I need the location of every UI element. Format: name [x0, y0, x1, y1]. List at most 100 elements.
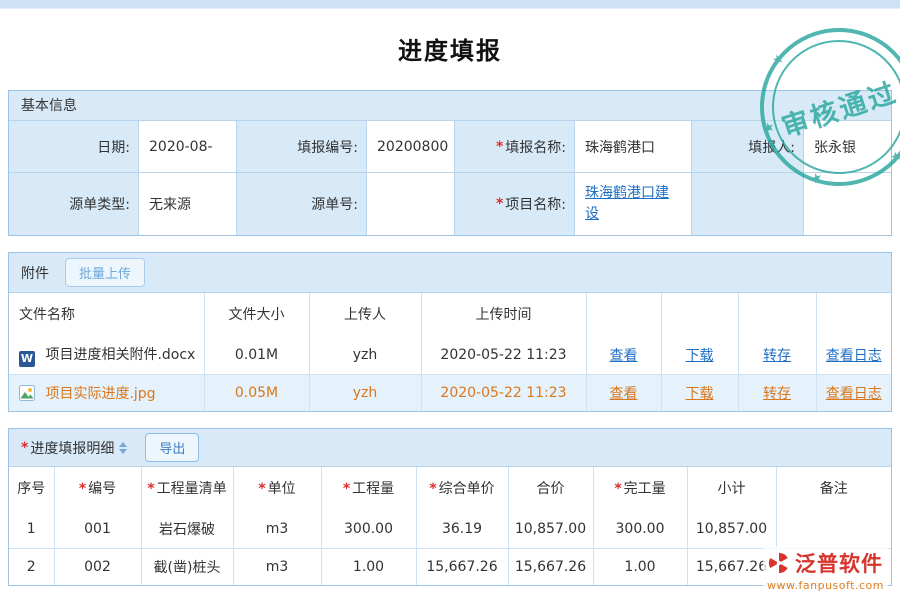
date-label-cell: 日期: — [9, 121, 139, 173]
serial-cell: 1 — [9, 511, 54, 548]
required-mark: * — [79, 481, 86, 497]
total-price-cell: 15,667.26 — [508, 548, 593, 585]
upload-time-cell: 2020-05-22 11:23 — [421, 374, 586, 411]
col-header-upload-time: 上传时间 — [421, 293, 586, 337]
vendor-logo: 泛普软件 www.fanpusoft.com — [763, 546, 888, 594]
unit-price-cell: 36.19 — [416, 511, 508, 548]
detail-row[interactable]: 1 001 岩石爆破 m3 300.00 36.19 10,857.00 300… — [9, 511, 891, 548]
col-header-total-price: 合价 — [508, 467, 593, 511]
download-cell: 下载 — [661, 337, 738, 374]
image-file-icon — [19, 385, 35, 401]
project-name-link[interactable]: 珠海鹤港口建设 — [585, 183, 669, 225]
source-type-label-cell: 源单类型: — [9, 173, 139, 235]
view-log-cell: 查看日志 — [816, 337, 891, 374]
vendor-name: 泛普软件 — [795, 548, 883, 578]
details-title: 进度填报明细 — [30, 438, 114, 458]
col-header-unit-price: *综合单价 — [416, 467, 508, 511]
col-header-empty — [661, 293, 738, 337]
attachments-header: 附件 批量上传 — [9, 253, 891, 293]
required-mark: * — [496, 139, 503, 155]
col-header-code: *编号 — [54, 467, 141, 511]
report-name-label: 填报名称: — [505, 137, 566, 157]
source-no-label: 源单号: — [311, 194, 358, 214]
batch-upload-button[interactable]: 批量上传 — [65, 258, 145, 287]
quantity-cell: 300.00 — [321, 511, 416, 548]
transfer-cell: 转存 — [738, 337, 816, 374]
basic-info-grid: 日期: 2020-08- 填报编号: 20200800 * 填报名称: 珠海鹤港… — [9, 121, 891, 235]
view-log-link[interactable]: 查看日志 — [826, 386, 882, 402]
date-value: 2020-08- — [139, 121, 237, 173]
transfer-link[interactable]: 转存 — [763, 386, 791, 402]
uploader-cell: yzh — [309, 374, 421, 411]
file-size-cell: 0.01M — [204, 337, 309, 374]
col-header-file-size: 文件大小 — [204, 293, 309, 337]
project-name-label-cell: * 项目名称: — [455, 173, 575, 235]
required-mark: * — [258, 481, 265, 497]
view-cell: 查看 — [586, 337, 661, 374]
attachments-section: 附件 批量上传 文件名称 文件大小 上传人 上传时间 W — [8, 252, 892, 412]
empty-value-cell — [804, 173, 891, 235]
file-name-cell: W 项目进度相关附件.docx — [9, 337, 204, 374]
empty-label-cell — [692, 173, 804, 235]
attachments-table: 文件名称 文件大小 上传人 上传时间 W 项目进度相关附件.docx 0.01M… — [9, 293, 891, 411]
completed-cell: 300.00 — [593, 511, 687, 548]
detail-row[interactable]: 2 002 截(凿)桩头 m3 1.00 15,667.26 15,667.26… — [9, 548, 891, 585]
view-log-link[interactable]: 查看日志 — [826, 348, 882, 364]
report-name-value: 珠海鹤港口 — [575, 121, 692, 173]
boq-cell: 截(凿)桩头 — [141, 548, 233, 585]
source-no-label-cell: 源单号: — [237, 173, 367, 235]
basic-info-section: 基本信息 日期: 2020-08- 填报编号: 20200800 * 填报名称:… — [8, 90, 892, 236]
export-button[interactable]: 导出 — [145, 433, 199, 462]
col-header-file-name: 文件名称 — [9, 293, 204, 337]
attachments-header-row: 文件名称 文件大小 上传人 上传时间 — [9, 293, 891, 337]
report-no-label-cell: 填报编号: — [237, 121, 367, 173]
view-link[interactable]: 查看 — [610, 348, 638, 364]
boq-cell: 岩石爆破 — [141, 511, 233, 548]
top-bar — [0, 0, 900, 9]
attachments-title: 附件 — [21, 263, 49, 283]
col-header-completed: *完工量 — [593, 467, 687, 511]
code-cell: 001 — [54, 511, 141, 548]
project-name-value: 珠海鹤港口建设 — [575, 173, 692, 235]
reporter-value: 张永银 — [804, 121, 891, 173]
unit-cell: m3 — [233, 548, 321, 585]
attachment-row[interactable]: 项目实际进度.jpg 0.05M yzh 2020-05-22 11:23 查看… — [9, 374, 891, 411]
required-mark: * — [147, 481, 154, 497]
required-mark: * — [496, 196, 503, 212]
date-label: 日期: — [97, 137, 130, 157]
transfer-link[interactable]: 转存 — [763, 348, 791, 364]
col-header-boq: *工程量清单 — [141, 467, 233, 511]
code-cell: 002 — [54, 548, 141, 585]
unit-price-cell: 15,667.26 — [416, 548, 508, 585]
fanpu-logo-icon — [768, 552, 790, 574]
transfer-cell: 转存 — [738, 374, 816, 411]
attachment-row[interactable]: W 项目进度相关附件.docx 0.01M yzh 2020-05-22 11:… — [9, 337, 891, 374]
download-link[interactable]: 下载 — [686, 386, 714, 402]
file-size-cell: 0.05M — [204, 374, 309, 411]
uploader-cell: yzh — [309, 337, 421, 374]
project-name-label: 项目名称: — [505, 194, 566, 214]
word-file-icon: W — [19, 351, 35, 367]
total-price-cell: 10,857.00 — [508, 511, 593, 548]
col-header-quantity: *工程量 — [321, 467, 416, 511]
details-table: 序号 *编号 *工程量清单 *单位 *工程量 *综合单价 合价 *完工量 小计 … — [9, 467, 891, 585]
view-link[interactable]: 查看 — [610, 386, 638, 402]
file-name: 项目进度相关附件.docx — [45, 347, 195, 363]
download-cell: 下载 — [661, 374, 738, 411]
quantity-cell: 1.00 — [321, 548, 416, 585]
required-mark: * — [429, 481, 436, 497]
page-title: 进度填报 — [0, 31, 900, 66]
col-header-empty — [816, 293, 891, 337]
report-no-value: 20200800 — [367, 121, 455, 173]
col-header-empty — [586, 293, 661, 337]
remark-cell — [776, 511, 891, 548]
reporter-label: 填报人: — [748, 137, 795, 157]
basic-info-header: 基本信息 — [9, 91, 891, 121]
upload-time-cell: 2020-05-22 11:23 — [421, 337, 586, 374]
details-section: * 进度填报明细 导出 序号 *编号 *工程量清单 *单位 *工程量 *综合单价… — [8, 428, 892, 586]
sort-icon[interactable] — [119, 442, 127, 454]
required-mark: * — [21, 440, 28, 456]
download-link[interactable]: 下载 — [686, 348, 714, 364]
source-type-value: 无来源 — [139, 173, 237, 235]
file-name: 项目实际进度.jpg — [45, 386, 155, 402]
